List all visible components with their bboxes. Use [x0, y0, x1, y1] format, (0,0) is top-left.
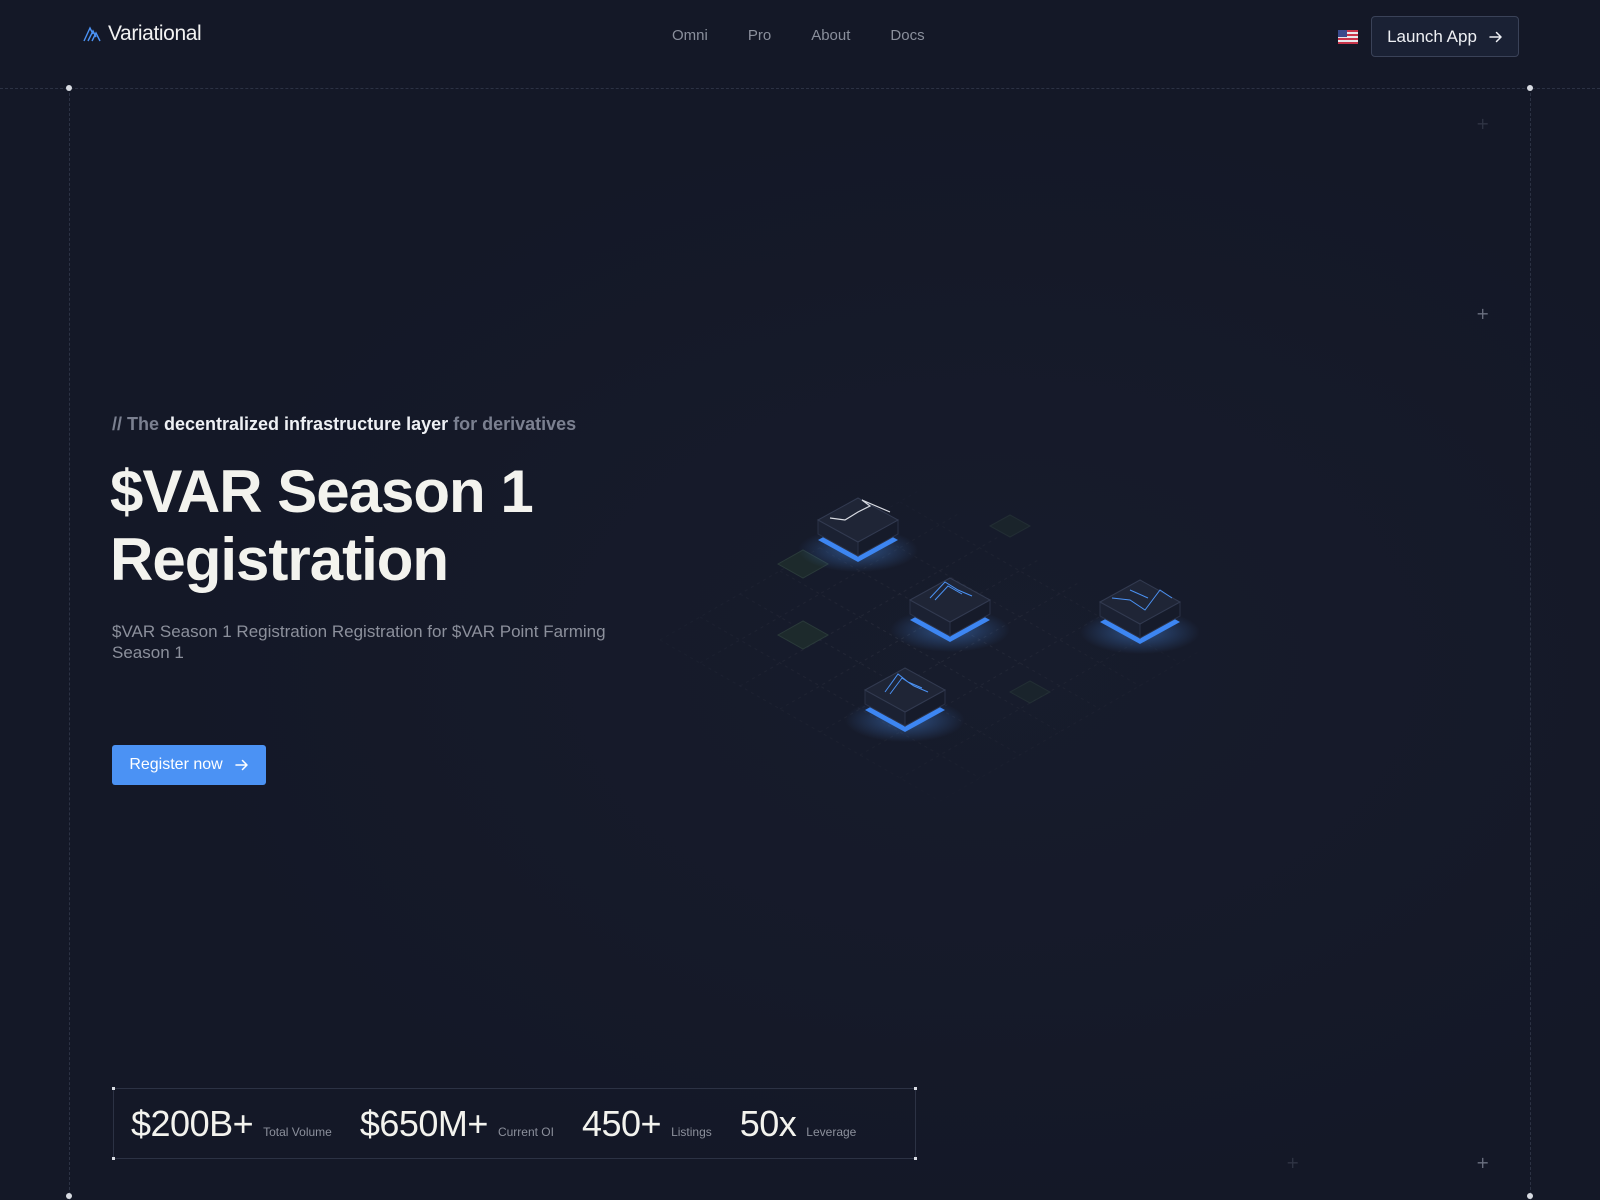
stats-corner — [914, 1087, 917, 1090]
block-3 — [1080, 579, 1200, 654]
landing-page: Variational Omni Pro About Docs Launch A… — [0, 0, 1600, 1200]
block-1 — [798, 497, 918, 572]
isometric-blocks-illustration — [659, 489, 1201, 802]
launch-app-button[interactable]: Launch App — [1371, 16, 1519, 57]
plus-marker-icon: + — [1476, 1153, 1490, 1172]
hero-tagline: // The decentralized infrastructure laye… — [112, 414, 576, 435]
arrow-right-icon — [234, 759, 248, 771]
stat-label: Leverage — [806, 1124, 857, 1139]
tagline-prefix: // The — [112, 414, 165, 434]
variational-logo-icon — [83, 26, 101, 42]
stat-listings: 450+ Listings — [582, 1103, 712, 1145]
frame-divider-right — [1530, 88, 1531, 1200]
frame-dot — [66, 85, 72, 91]
stat-value: $200B+ — [131, 1102, 254, 1144]
stat-value: 450+ — [581, 1102, 662, 1144]
stat-current-oi: $650M+ Current OI — [360, 1103, 554, 1145]
nav-link-about[interactable]: About — [811, 27, 850, 44]
logo[interactable]: Variational — [82, 22, 202, 46]
header: Variational Omni Pro About Docs Launch A… — [0, 0, 1600, 74]
us-flag-icon[interactable] — [1338, 30, 1358, 44]
stats-corner — [914, 1157, 917, 1160]
nav-link-pro[interactable]: Pro — [748, 27, 771, 44]
tagline-highlight: decentralized infrastructure layer — [164, 414, 449, 434]
nav-link-omni[interactable]: Omni — [672, 27, 708, 44]
hero-subtitle: $VAR Season 1 Registration Registration … — [112, 622, 606, 662]
frame-divider-top — [0, 88, 1600, 89]
frame-dot — [66, 1193, 72, 1199]
plus-marker-icon: + — [1476, 114, 1490, 133]
logo-text: Variational — [108, 22, 202, 45]
stat-label: Total Volume — [263, 1124, 332, 1139]
frame-dot — [1527, 1193, 1533, 1199]
stat-label: Current OI — [497, 1124, 554, 1139]
nav-link-docs[interactable]: Docs — [890, 27, 924, 44]
block-2 — [890, 577, 1010, 652]
frame-dot — [1527, 85, 1533, 91]
stat-label: Listings — [671, 1124, 712, 1139]
arrow-right-icon — [1489, 31, 1502, 42]
plus-marker-icon: + — [1476, 304, 1490, 323]
stats-corner — [112, 1087, 115, 1090]
stat-total-volume: $200B+ Total Volume — [131, 1103, 332, 1145]
tagline-suffix: for derivatives — [448, 414, 577, 434]
stat-leverage: 50x Leverage — [740, 1103, 857, 1145]
stat-value: 50x — [739, 1102, 797, 1144]
plus-marker-icon: + — [1286, 1153, 1300, 1172]
stat-value: $650M+ — [359, 1102, 489, 1144]
register-now-label: Register now — [129, 756, 223, 773]
register-now-button[interactable]: Register now — [112, 745, 266, 785]
block-4 — [845, 667, 965, 742]
main-nav: Omni Pro About Docs — [672, 27, 925, 44]
stats-bar: $200B+ Total Volume $650M+ Current OI 45… — [112, 1087, 917, 1160]
frame-divider-left — [69, 88, 70, 1200]
stats-corner — [112, 1157, 115, 1160]
launch-app-label: Launch App — [1387, 26, 1477, 46]
